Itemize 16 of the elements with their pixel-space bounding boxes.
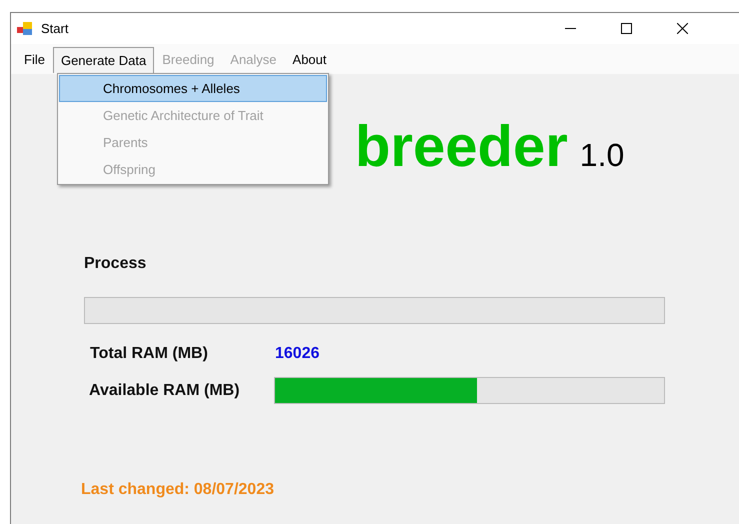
- last-changed-label: Last changed: 08/07/2023: [81, 480, 275, 500]
- menu-item[interactable]: File: [16, 47, 53, 73]
- total-ram-value: 16026: [275, 344, 320, 364]
- window-title: Start: [41, 20, 68, 38]
- maximize-icon: [620, 23, 632, 34]
- process-label: Process: [84, 254, 148, 274]
- app-icon: [17, 22, 33, 36]
- minimize-icon: [564, 28, 576, 29]
- available-ram-label: Available RAM (MB): [89, 380, 241, 400]
- app-title: breeder: [355, 118, 568, 176]
- menu-item[interactable]: About: [284, 47, 335, 73]
- menu-item[interactable]: Generate Data: [52, 47, 154, 73]
- close-icon: [676, 23, 688, 34]
- total-ram-label: Total RAM (MB): [90, 344, 209, 364]
- dropdown-item[interactable]: Chromosomes + Alleles: [59, 75, 327, 102]
- version-label: 1.0: [580, 139, 624, 171]
